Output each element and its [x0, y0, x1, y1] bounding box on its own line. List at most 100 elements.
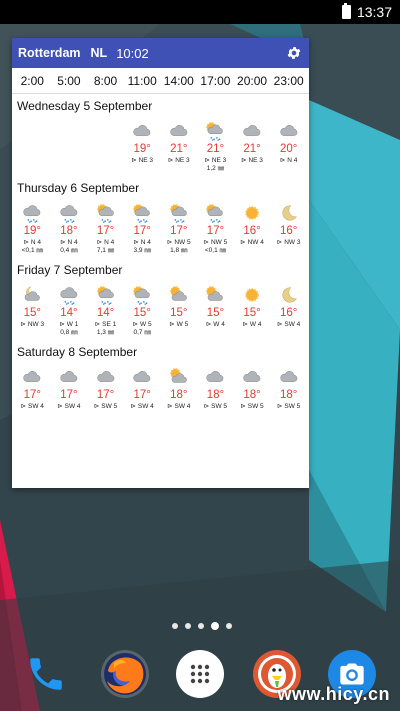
temperature: 18°	[279, 389, 298, 401]
firefox-app[interactable]	[101, 650, 149, 698]
day-grid: 19° ⊳ NE 3 21° ⊳ NE 3 21° ⊳ NE 3 1,2 ㎜ 21° ⊳ NE …	[14, 116, 307, 176]
status-time: 13:37	[356, 4, 392, 20]
forecast-cell[interactable]: 15° ⊳ W 4	[197, 280, 234, 340]
hour-label: 23:00	[273, 73, 304, 88]
forecast-cell[interactable]: 14° ⊳ SE 1 1,3 ㎜	[87, 280, 124, 340]
wind: ⊳ SW 5	[240, 402, 263, 411]
forecast-cell[interactable]: 20° ⊳ N 4	[270, 116, 307, 176]
forecast-cell[interactable]: 17° ⊳ SW 5	[87, 362, 124, 422]
forecast-cell[interactable]: 16° ⊳ NW 3	[270, 198, 307, 258]
forecast-cell[interactable]: 17° ⊳ NW 5 <0,1 ㎜	[197, 198, 234, 258]
temperature: 17°	[170, 225, 188, 237]
app-drawer-icon	[190, 664, 210, 684]
precipitation: 0,4 ㎜	[60, 247, 78, 254]
wind: ⊳ SW 4	[131, 402, 154, 411]
wind-value: NW 4	[247, 239, 264, 246]
sun-icon	[245, 288, 259, 302]
wind: ⊳ NE 3	[168, 156, 190, 165]
precipitation: 1,8 ㎜	[170, 247, 188, 254]
page-dot[interactable]	[185, 623, 191, 629]
forecast-cell[interactable]: 15° ⊳ W 5	[161, 280, 198, 340]
wind-direction-icon: ⊳	[240, 239, 248, 246]
forecast-cell[interactable]: 17° ⊳ N 4 7,1 ㎜	[87, 198, 124, 258]
precipitation: 7,1 ㎜	[96, 247, 115, 254]
temperature: 17°	[133, 225, 151, 237]
wind-value: SE 1	[102, 321, 117, 328]
wind-value: SW 5	[211, 403, 228, 410]
page-indicator[interactable]	[172, 622, 232, 630]
forecast-cell[interactable]: 15° ⊳ W 5 0,7 ㎜	[124, 280, 161, 340]
wind: ⊳ SW 4	[277, 320, 300, 329]
city-name: Rotterdam	[18, 46, 81, 60]
wind: ⊳ N 4	[24, 238, 41, 247]
temperature: 18°	[243, 389, 261, 401]
moon-cloud-icon	[25, 286, 41, 301]
forecast-cell[interactable]: 21° ⊳ NE 3	[161, 116, 198, 176]
forecast-cell[interactable]: 18° ⊳ N 4 0,4 ㎜	[51, 198, 88, 258]
temperature: 19°	[23, 225, 41, 237]
wind-direction-icon: ⊳	[169, 321, 177, 328]
temperature: 18°	[60, 225, 78, 237]
temperature: 20°	[279, 143, 298, 155]
forecast-cell[interactable]: 17° ⊳ SW 4	[14, 362, 51, 422]
wind: ⊳ SW 5	[204, 402, 227, 411]
forecast-cell	[51, 116, 88, 176]
wind-value: SW 4	[27, 403, 44, 410]
forecast-cell[interactable]: 15° ⊳ NW 3	[14, 280, 51, 340]
page-dot[interactable]	[198, 623, 204, 629]
forecast-cell[interactable]: 18° ⊳ SW 5	[270, 362, 307, 422]
forecast-cell[interactable]: 17° ⊳ SW 4	[124, 362, 161, 422]
forecast-cell[interactable]: 18° ⊳ SW 5	[197, 362, 234, 422]
forecast-cell[interactable]: 19° ⊳ NE 3	[124, 116, 161, 176]
temperature: 14°	[60, 307, 78, 319]
day-grid: 15° ⊳ NW 3 14° ⊳ W 1 0,8 ㎜ 14° ⊳ SE 1 1,3 ㎜ 15° ⊳…	[14, 280, 307, 340]
wind-direction-icon: ⊳	[57, 403, 65, 410]
app-drawer-button[interactable]	[176, 650, 224, 698]
temperature: 17°	[60, 389, 78, 401]
temperature: 15°	[23, 307, 41, 319]
page-dot[interactable]	[172, 623, 178, 629]
temperature: 21°	[243, 143, 261, 155]
forecast-cell[interactable]: 21° ⊳ NE 3 1,2 ㎜	[197, 116, 234, 176]
temperature: 19°	[133, 143, 151, 155]
sun-cloud-rain-icon	[206, 204, 224, 223]
page-dot[interactable]	[226, 623, 232, 629]
gear-icon[interactable]	[285, 44, 303, 62]
wind-direction-icon: ⊳	[132, 321, 141, 328]
hour-label: 5:00	[57, 73, 81, 88]
update-time: 10:02	[116, 45, 149, 61]
temperature: 15°	[170, 307, 188, 319]
temperature: 17°	[23, 389, 41, 401]
page-dot[interactable]	[211, 622, 219, 630]
wind: ⊳ W 4	[206, 320, 225, 329]
forecast-cell[interactable]: 18° ⊳ SW 5	[234, 362, 271, 422]
forecast-cell[interactable]: 21° ⊳ NE 3	[234, 116, 271, 176]
rain-cloud-icon	[60, 287, 78, 305]
sun-cloud-rain-icon	[169, 204, 187, 223]
forecast-cell[interactable]: 16° ⊳ SW 4	[270, 280, 307, 340]
precipitation: 3,9 ㎜	[133, 247, 151, 254]
status-bar: 13:37	[0, 0, 400, 24]
wind-value: SW 4	[174, 403, 191, 410]
forecast-cell[interactable]: 14° ⊳ W 1 0,8 ㎜	[51, 280, 88, 340]
forecast-cell[interactable]: 17° ⊳ SW 4	[51, 362, 88, 422]
forecast-cell[interactable]: 17° ⊳ NW 5 1,8 ㎜	[161, 198, 198, 258]
wind-value: NE 3	[175, 157, 190, 164]
forecast-cell[interactable]: 16° ⊳ NW 4	[234, 198, 271, 258]
cloud-icon	[60, 371, 78, 382]
phone-app[interactable]	[22, 650, 70, 698]
forecast-cell[interactable]: 18° ⊳ SW 4	[161, 362, 198, 422]
wind-value: N 4	[104, 239, 115, 246]
weather-widget[interactable]: Rotterdam NL 10:02 2:00 5:00 8:00 11:00 14:0…	[12, 38, 309, 488]
wind-value: W 5	[176, 321, 189, 328]
forecast-cell[interactable]: 15° ⊳ W 4	[234, 280, 271, 340]
sun-cloud-rain-icon	[96, 286, 114, 305]
cloud-icon	[23, 371, 41, 382]
wind-value: W 4	[249, 321, 262, 328]
forecast-cell[interactable]: 17° ⊳ N 4 3,9 ㎜	[124, 198, 161, 258]
wind: ⊳ NW 3	[21, 320, 45, 329]
wind: ⊳ N 4	[280, 156, 297, 165]
wind-value: NW 5	[174, 239, 191, 246]
cloud-icon	[133, 125, 151, 136]
forecast-cell[interactable]: 19° ⊳ N 4 <0,1 ㎜	[14, 198, 51, 258]
